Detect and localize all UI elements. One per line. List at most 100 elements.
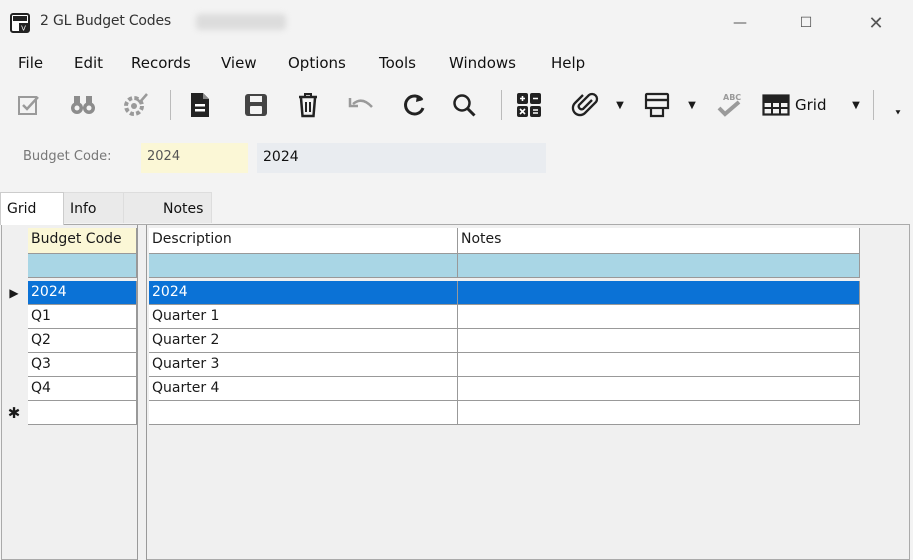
find-button[interactable]	[66, 89, 100, 121]
menu-records[interactable]: Records	[131, 54, 191, 72]
column-header-budget-code[interactable]: Budget Code	[28, 228, 137, 254]
maximize-icon: ☐	[799, 15, 813, 31]
table-cell-code[interactable]: Q3	[28, 353, 137, 377]
save-button[interactable]	[240, 89, 272, 121]
save-icon	[245, 94, 267, 116]
menu-tools[interactable]: Tools	[379, 54, 416, 72]
print-dropdown[interactable]: ▼	[684, 89, 700, 121]
asterisk-icon: ✱	[7, 404, 21, 422]
tab-notes-label: Notes	[163, 201, 204, 217]
table-cell-code[interactable]: Q1	[28, 305, 137, 329]
table-cell-notes[interactable]	[458, 281, 860, 305]
menu-edit[interactable]: Edit	[74, 54, 103, 72]
search-icon	[453, 94, 476, 117]
tab-notes[interactable]: Notes	[124, 192, 212, 223]
table-cell-description[interactable]: Quarter 2	[149, 329, 458, 353]
spellcheck-icon: ABC	[717, 93, 741, 117]
grid-view-dropdown[interactable]: ▼	[848, 89, 864, 121]
attachment-button[interactable]	[568, 89, 602, 121]
table-cell-notes[interactable]	[458, 353, 860, 377]
budget-code-label: Budget Code:	[23, 149, 112, 164]
title-redaction	[196, 14, 286, 30]
toolbar: ▼ ▼ ABC Grid ▼ ⯆	[0, 80, 913, 130]
table-cell-code[interactable]: 2024	[28, 281, 137, 305]
calculator-button[interactable]	[512, 89, 546, 121]
grid-view-button[interactable]: Grid	[762, 89, 852, 121]
menu-view[interactable]: View	[221, 54, 257, 72]
filter-cell-notes[interactable]	[458, 254, 860, 278]
tab-info-label: Info	[70, 201, 97, 217]
app-icon: V	[10, 13, 30, 33]
dropdown-arrow-icon: ▼	[616, 99, 624, 111]
new-row-cell-notes[interactable]	[458, 401, 860, 425]
grid-view-label: Grid	[795, 96, 827, 114]
pane-splitter[interactable]	[137, 225, 147, 560]
checklist-icon	[18, 96, 39, 115]
overflow-chevron-icon: ⯆	[894, 109, 902, 119]
description-field[interactable]: 2024	[257, 143, 546, 173]
search-button[interactable]	[448, 89, 480, 121]
table-cell-description[interactable]: Quarter 4	[149, 377, 458, 401]
column-header-description[interactable]: Description	[149, 228, 458, 254]
gear-check-icon	[124, 93, 148, 116]
table-cell-description[interactable]: Quarter 1	[149, 305, 458, 329]
refresh-icon	[404, 94, 425, 116]
print-button[interactable]	[640, 89, 674, 121]
print-icon	[644, 92, 670, 118]
spellcheck-button[interactable]: ABC	[712, 89, 746, 121]
table-cell-code[interactable]: Q2	[28, 329, 137, 353]
new-row-cell-code[interactable]	[28, 401, 137, 425]
close-icon: ✕	[868, 12, 884, 34]
process-button[interactable]	[118, 89, 152, 121]
refresh-button[interactable]	[398, 89, 430, 121]
tab-strip: Grid Info Notes	[0, 192, 913, 225]
calculator-icon	[517, 93, 541, 117]
toolbar-separator	[170, 90, 171, 120]
filter-cell-budget-code[interactable]	[28, 254, 137, 278]
trash-icon	[299, 93, 317, 118]
grid-icon	[762, 94, 790, 116]
delete-button[interactable]	[292, 89, 324, 121]
column-header-notes[interactable]: Notes	[458, 228, 860, 254]
maximize-button[interactable]: ☐	[784, 8, 828, 38]
tab-grid[interactable]: Grid	[0, 192, 64, 225]
svg-text:V: V	[21, 25, 26, 33]
menu-options[interactable]: Options	[288, 54, 346, 72]
toolbar-separator	[501, 90, 502, 120]
svg-text:ABC: ABC	[723, 93, 741, 102]
document-icon	[191, 93, 209, 117]
new-document-button[interactable]	[184, 89, 216, 121]
table-cell-description[interactable]: Quarter 3	[149, 353, 458, 377]
budget-code-field[interactable]: 2024	[141, 143, 248, 173]
new-row-indicator: ✱	[2, 401, 26, 425]
undo-icon	[348, 98, 373, 108]
new-row-cell-description[interactable]	[149, 401, 458, 425]
table-cell-code[interactable]: Q4	[28, 377, 137, 401]
minimize-icon: —	[733, 15, 747, 31]
current-row-indicator: ▶	[2, 281, 26, 305]
checklist-button[interactable]	[12, 89, 46, 121]
table-cell-description[interactable]: 2024	[149, 281, 458, 305]
close-button[interactable]: ✕	[854, 8, 898, 38]
menu-bar: File Edit Records View Options Tools Win…	[0, 48, 913, 78]
attachment-dropdown[interactable]: ▼	[612, 89, 628, 121]
title-bar: V 2 GL Budget Codes — ☐ ✕	[0, 0, 913, 46]
menu-file[interactable]: File	[18, 54, 43, 72]
minimize-button[interactable]: —	[718, 8, 762, 38]
filter-cell-description[interactable]	[149, 254, 458, 278]
binoculars-icon	[71, 96, 95, 114]
tab-info[interactable]: Info	[63, 192, 124, 223]
table-cell-notes[interactable]	[458, 305, 860, 329]
attachment-icon	[571, 92, 599, 117]
window-title: 2 GL Budget Codes	[40, 13, 171, 29]
table-cell-notes[interactable]	[458, 329, 860, 353]
undo-button[interactable]	[344, 89, 378, 121]
menu-help[interactable]: Help	[551, 54, 585, 72]
table-cell-notes[interactable]	[458, 377, 860, 401]
menu-windows[interactable]: Windows	[449, 54, 516, 72]
dropdown-arrow-icon: ▼	[852, 99, 860, 111]
toolbar-separator	[873, 90, 874, 120]
row-arrow-icon: ▶	[9, 286, 19, 300]
toolbar-overflow[interactable]: ⯆	[890, 106, 906, 122]
dropdown-arrow-icon: ▼	[688, 99, 696, 111]
